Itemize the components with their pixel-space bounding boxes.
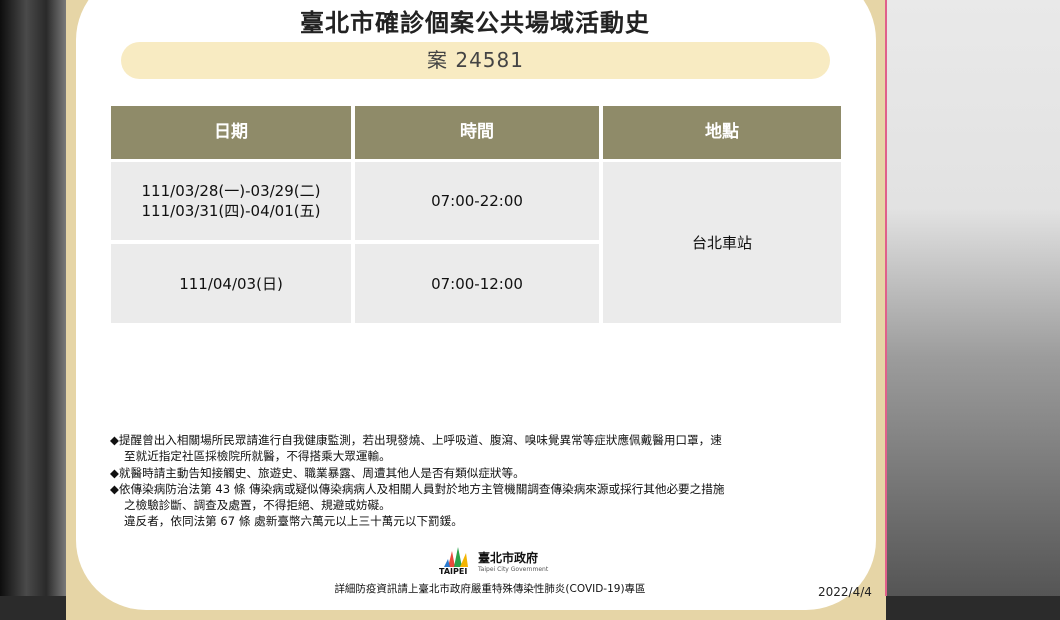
logo-name: 臺北市政府 — [478, 551, 539, 565]
table-row-1-date: 111/03/28(一)-03/29(二) 111/03/31(四)-04/01… — [111, 162, 351, 240]
notice-line: 違反者，依同法第 67 條 處新臺幣六萬元以上三十萬元以下罰鍰。 — [124, 514, 463, 529]
table-row-2-time: 07:00-12:00 — [355, 244, 599, 323]
table-row-2-date: 111/04/03(日) — [111, 244, 351, 323]
taipei-logo-icon — [444, 547, 468, 567]
location-value: 台北車站 — [691, 233, 752, 252]
notice-line: ◆提醒曾出入相關場所民眾請進行自我健康監測，若出現發燒、上呼吸道、腹瀉、嗅味覺異… — [110, 433, 722, 447]
notice-line: 至就近指定社區採檢院所就醫，不得搭乘大眾運輸。 — [124, 449, 391, 464]
background-right — [886, 0, 1060, 596]
logo-subtitle: Taipei City Government — [478, 566, 549, 573]
header-date: 日期 — [111, 106, 351, 159]
header-location: 地點 — [603, 106, 841, 159]
logo-mark-text: TAIPEI — [439, 567, 468, 576]
time-value: 07:00-22:00 — [431, 192, 523, 210]
issue-date: 2022/4/4 — [818, 585, 872, 599]
time-value: 07:00-12:00 — [431, 274, 523, 293]
header-time: 時間 — [355, 106, 599, 159]
notice-block: ◆提醒曾出入相關場所民眾請進行自我健康監測，若出現發燒、上呼吸道、腹瀉、嗅味覺異… — [110, 432, 850, 530]
date-line: 111/03/28(一)-03/29(二) — [141, 182, 321, 200]
background-left — [0, 0, 66, 596]
edge-line — [885, 0, 887, 596]
page-title: 臺北市確診個案公共場域活動史 — [300, 9, 650, 37]
date-line: 111/04/03(日) — [179, 274, 283, 293]
notice-line: ◆就醫時請主動告知接觸史、旅遊史、職業暴露、周遭其他人是否有類似症狀等。 — [110, 465, 525, 480]
notice-line: ◆依傳染病防治法第 43 條 傳染病或疑似傳染病病人及相關人員對於地方主管機關調… — [110, 481, 725, 496]
table-row-1-time: 07:00-22:00 — [355, 162, 599, 240]
case-number-badge: 案 24581 — [121, 42, 830, 79]
table-location-cell: 台北車站 — [603, 162, 841, 323]
notice-line: 之檢驗診斷、調查及處置，不得拒絕、規避或妨礙。 — [124, 498, 391, 513]
date-line: 111/03/31(四)-04/01(五) — [141, 202, 321, 220]
